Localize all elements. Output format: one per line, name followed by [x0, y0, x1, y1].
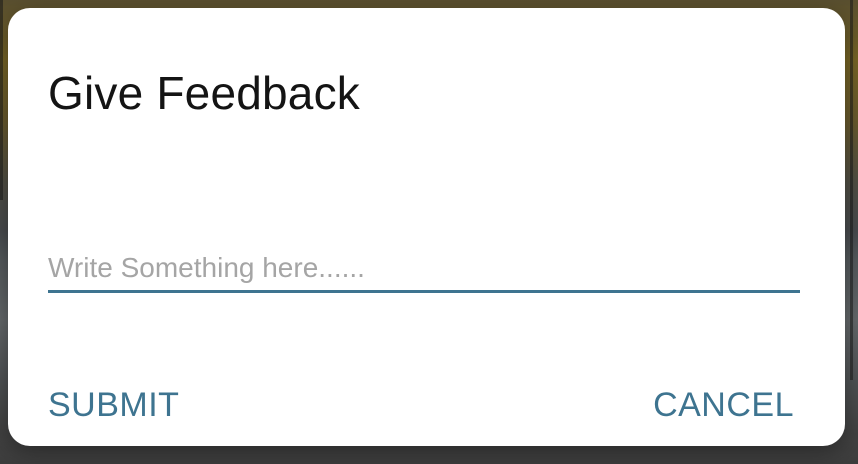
cancel-button[interactable]: CANCEL	[653, 383, 794, 427]
dialog-title: Give Feedback	[48, 67, 360, 119]
feedback-input[interactable]	[48, 246, 800, 290]
feedback-input-container	[48, 246, 800, 293]
submit-button[interactable]: SUBMIT	[48, 383, 179, 427]
feedback-dialog: Give Feedback SUBMIT CANCEL	[8, 8, 845, 446]
